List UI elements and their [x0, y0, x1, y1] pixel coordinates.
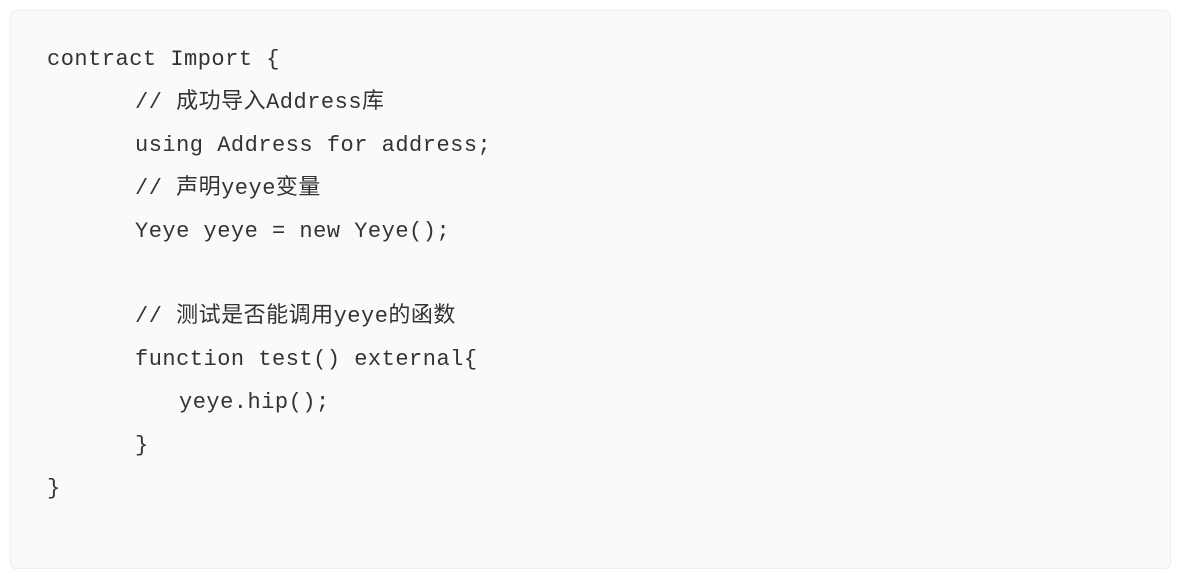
code-line: // 声明yeye变量 [47, 168, 1134, 211]
code-line [47, 253, 1134, 296]
code-line: // 成功导入Address库 [47, 82, 1134, 125]
code-line: using Address for address; [47, 125, 1134, 168]
code-line: // 测试是否能调用yeye的函数 [47, 296, 1134, 339]
code-line: Yeye yeye = new Yeye(); [47, 211, 1134, 254]
code-line: yeye.hip(); [47, 382, 1134, 425]
code-block: contract Import { // 成功导入Address库 using … [10, 10, 1171, 569]
code-line: function test() external{ [47, 339, 1134, 382]
code-line: } [47, 425, 1134, 468]
code-line: } [47, 468, 1134, 511]
code-line: contract Import { [47, 39, 1134, 82]
